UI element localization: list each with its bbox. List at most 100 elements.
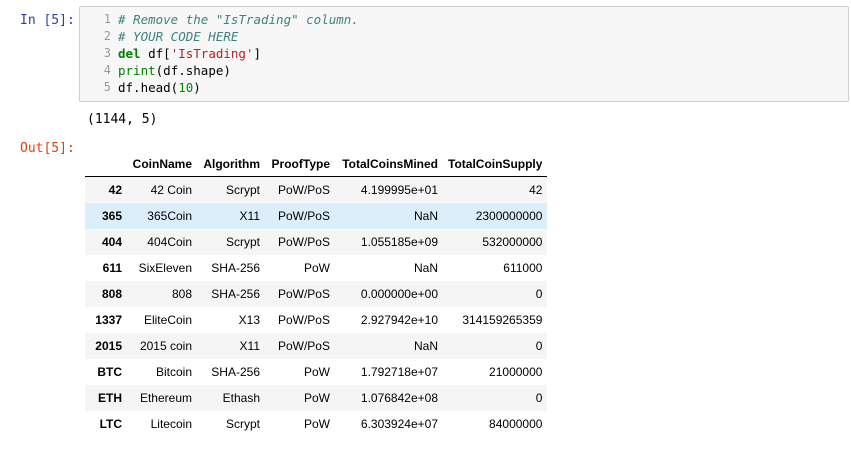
cell-totalcoinsmined: 1.055185e+09 [360,235,438,249]
cell-totalcoinsmined: NaN [413,261,438,275]
cell-prooftype: PoW/PoS [277,313,330,327]
cell-prooftype: PoW/PoS [277,209,330,223]
cell-prooftype: PoW [303,391,330,405]
code-token: del [118,46,141,61]
code-line: del df['IsTrading'] [118,45,359,62]
table-row: BTC Bitcoin SHA-256 PoW 1.792718e+07 21000000 [85,359,547,385]
cell-algorithm: SHA-256 [211,365,260,379]
table-row: 808 808 SHA-256 PoW/PoS 0.000000e+00 0 [85,281,548,307]
line-number: 2 [103,29,111,43]
table-row: 1337 EliteCoin X13 PoW/PoS 2.927942e+10 31415… [85,307,547,333]
index-header [85,152,127,177]
code-token: # YOUR CODE HERE [118,29,239,44]
cell-totalcoinsmined: NaN [413,339,438,353]
row-index: 808 [101,287,122,301]
cell-prooftype: PoW/PoS [277,287,330,301]
code-line: # YOUR CODE HERE [118,28,359,45]
cell-totalcoinsupply: 532000000 [482,235,543,249]
code-token: df[ [140,46,171,61]
cell-algorithm: SHA-256 [211,261,260,275]
cell-coinname: 42 Coin [150,183,192,197]
cell-totalcoinsmined: 4.199995e+01 [360,183,438,197]
cell-totalcoinsupply: 21000000 [489,365,543,379]
cell-totalcoinsmined: NaN [413,209,438,223]
cell-coinname: Litecoin [150,417,192,431]
line-number: 5 [103,80,111,94]
code-token: df.head( [118,80,179,95]
cell-coinname: 808 [171,287,192,301]
table-row: 611 SixEleven SHA-256 PoW NaN 611000 [85,255,547,281]
cell-algorithm: X13 [238,313,260,327]
code-line: # Remove the "IsTrading" column. [118,11,359,28]
cell-algorithm: Scrypt [225,183,260,197]
cell-prooftype: PoW [303,365,330,379]
cell-coinname: 365Coin [147,209,192,223]
row-index: 611 [102,261,122,275]
cell-algorithm: SHA-256 [211,287,260,301]
column-header-coinname: CoinName [127,152,197,177]
output-prompt: Out[5]: [20,141,75,156]
cell-prooftype: PoW/PoS [277,339,330,353]
cell-totalcoinsupply: 314159265359 [462,313,543,327]
table-row: 404 404Coin Scrypt PoW/PoS 1.055185e+09 53200… [85,229,548,255]
cell-algorithm: Ethash [222,391,260,405]
code-token: ) [193,80,201,95]
dataframe-table: CoinName Algorithm ProofType TotalCoinsM… [85,152,548,437]
cell-coinname: SixEleven [138,261,192,275]
cell-coinname: EliteCoin [143,313,192,327]
row-index: 1337 [95,313,122,327]
table-row: 365 365Coin X11 PoW/PoS NaN 2300000000 [85,203,548,229]
cell-totalcoinsmined: 1.076842e+08 [360,391,438,405]
column-header-prooftype: ProofType [265,152,335,177]
code-line: df.head(10) [118,79,359,96]
cell-algorithm: Scrypt [225,235,260,249]
cell-totalcoinsupply: 2300000000 [475,209,543,223]
column-header-totalcoinsmined: TotalCoinsMined [335,152,443,177]
cell-coinname: Bitcoin [155,365,192,379]
code-line: print(df.shape) [118,62,359,79]
cell-totalcoinsmined: 0.000000e+00 [360,287,438,301]
cell-coinname: 2015 coin [139,339,192,353]
cell-prooftype: PoW [303,417,330,431]
table-row: 42 42 Coin Scrypt PoW/PoS 4.199995e+01 42 [85,176,548,203]
table-row: ETH Ethereum Ethash PoW 1.076842e+08 0 [85,385,548,411]
line-number: 1 [103,12,111,26]
row-index: 365 [101,209,122,223]
code-cell-editor[interactable]: 12345 # Remove the "IsTrading" column. # … [79,6,849,102]
row-index: ETH [98,391,122,405]
code-token: print [118,63,156,78]
table-header-row: CoinName Algorithm ProofType TotalCoinsM… [85,152,548,177]
code-token: # Remove the "IsTrading" column. [118,12,359,27]
cell-totalcoinsupply: 611000 [503,261,543,275]
row-index: 42 [108,183,122,197]
code-token: 10 [178,80,194,95]
line-number: 3 [103,46,111,60]
cell-totalcoinsmined: 6.303924e+07 [360,417,438,431]
input-prompt: In [5]: [20,13,75,28]
column-header-algorithm: Algorithm [197,152,265,177]
row-index: BTC [97,365,122,379]
line-number-gutter: 1 2 3 4 5 [80,11,111,96]
line-number: 4 [103,63,111,77]
code-token: (df.shape) [155,63,231,78]
cell-totalcoinsupply: 0 [535,339,543,353]
cell-totalcoinsupply: 84000000 [489,417,543,431]
row-index: 404 [101,235,122,249]
code-token: 'IsTrading' [170,46,254,61]
cell-coinname: Ethereum [139,391,192,405]
code-editor-text[interactable]: # Remove the "IsTrading" column. # YOUR C… [118,11,359,96]
code-token: ] [253,46,262,61]
cell-algorithm: Scrypt [225,417,260,431]
cell-algorithm: X11 [239,209,260,223]
cell-prooftype: PoW/PoS [277,183,330,197]
cell-prooftype: PoW/PoS [277,235,330,249]
row-index: 2015 [95,339,122,353]
cell-totalcoinsmined: 1.792718e+07 [360,365,438,379]
stdout-output: (1144, 5) [87,112,158,127]
table-row: 2015 2015 coin X11 PoW/PoS NaN 0 [85,333,548,359]
cell-algorithm: X11 [239,339,260,353]
cell-prooftype: PoW [303,261,330,275]
table-row: LTC Litecoin Scrypt PoW 6.303924e+07 84000000 [85,411,547,437]
cell-totalcoinsmined: 2.927942e+10 [360,313,438,327]
row-index: LTC [99,417,122,431]
